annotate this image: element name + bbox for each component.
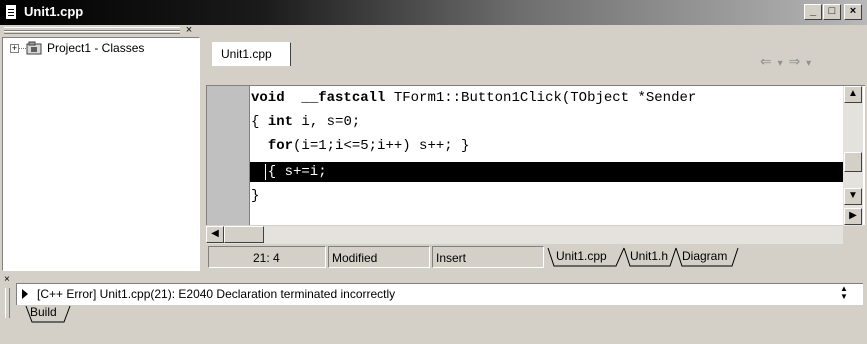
gutter-divider — [249, 86, 250, 225]
code-line-3: for(i=1;i<=5;i++) s++; } — [251, 138, 470, 154]
tree-connector — [19, 48, 26, 49]
scroll-left-icon[interactable]: ◀ — [206, 226, 224, 243]
editor-gutter[interactable] — [207, 86, 249, 225]
file-tab-diagram[interactable]: Diagram — [682, 249, 727, 269]
tab-build[interactable]: Build — [30, 305, 57, 323]
message-view-grip[interactable] — [5, 288, 10, 318]
document-icon — [5, 4, 17, 20]
message-scroll-icon[interactable]: ▲ ▼ — [836, 285, 852, 303]
code-text: i, s=0; — [293, 114, 361, 130]
modified-text: Modified — [332, 251, 378, 265]
file-tab-unit1-cpp[interactable]: Unit1.cpp — [556, 249, 607, 269]
code-keyword: __fastcall — [301, 90, 386, 106]
code-line-1: void __fastcall TForm1::Button1Click(TOb… — [251, 90, 696, 106]
classes-icon — [26, 41, 42, 55]
back-arrow-icon[interactable]: ⇐ — [760, 53, 773, 69]
tab-unit1-cpp[interactable]: Unit1.cpp — [212, 42, 291, 66]
maximize-button[interactable]: □ — [823, 4, 841, 20]
code-text: { — [251, 114, 268, 130]
code-text: TForm1::Button1Click(TObject *Sender — [385, 90, 697, 106]
navigation-arrows: ⇐ ▾ ⇒ ▾ — [760, 53, 812, 70]
editor-status-bar: 21: 4 Modified Insert Unit1.cpp Unit1.h … — [206, 244, 865, 270]
code-line-5: } — [251, 188, 260, 204]
file-tab-unit1-h[interactable]: Unit1.h — [630, 249, 668, 269]
forward-arrow-icon[interactable]: ⇒ — [789, 53, 802, 69]
scroll-down-icon[interactable]: ▼ — [844, 188, 862, 205]
insert-mode-text: Insert — [436, 251, 467, 265]
message-arrow-icon — [22, 289, 28, 299]
tree-expand-icon[interactable]: + — [10, 44, 19, 53]
code-keyword: for — [267, 138, 294, 154]
scroll-right-icon[interactable]: ▶ — [844, 208, 862, 225]
pane-grip[interactable] — [4, 27, 180, 34]
message-list[interactable]: [C++ Error] Unit1.cpp(21): E2040 Declara… — [16, 283, 863, 305]
message-view-close-icon[interactable]: × — [4, 274, 10, 285]
window-title: Unit1.cpp — [24, 4, 84, 19]
vertical-scrollbar[interactable]: ▲ ▼ ▶ — [843, 86, 863, 226]
modified-indicator: Modified — [328, 246, 430, 268]
cursor-position-text: 21: 4 — [253, 251, 280, 265]
code-text: (i=1;i<=5;i++) s++; } — [293, 138, 470, 154]
text-caret — [265, 164, 266, 180]
scroll-up-icon[interactable]: ▲ — [844, 86, 862, 103]
title-bar[interactable]: Unit1.cpp _ □ × — [0, 0, 867, 25]
class-explorer-close-icon[interactable]: × — [182, 25, 196, 36]
tree-item-project1-classes[interactable]: Project1 - Classes — [47, 41, 144, 55]
insert-mode-indicator: Insert — [432, 246, 544, 268]
hscroll-thumb[interactable] — [224, 226, 264, 243]
error-message[interactable]: [C++ Error] Unit1.cpp(21): E2040 Declara… — [37, 287, 395, 301]
tab-label: Unit1.cpp — [221, 47, 272, 61]
class-explorer-tree[interactable]: + Project1 - Classes — [2, 37, 200, 271]
cursor-position: 21: 4 — [208, 246, 326, 268]
code-line-2: { int i, s=0; — [251, 114, 360, 130]
code-editor[interactable]: void __fastcall TForm1::Button1Click(TOb… — [206, 85, 865, 225]
code-keyword: int — [267, 114, 294, 130]
forward-dropdown-icon[interactable]: ▾ — [806, 58, 812, 69]
back-dropdown-icon[interactable]: ▾ — [778, 58, 784, 69]
horizontal-scrollbar[interactable]: ◀ — [206, 226, 843, 244]
close-button[interactable]: × — [844, 4, 862, 20]
scroll-thumb[interactable] — [844, 152, 862, 172]
current-line-highlight — [250, 162, 844, 182]
minimize-button[interactable]: _ — [804, 4, 822, 20]
code-line-4: { s+=i; — [251, 164, 327, 180]
code-keyword: void — [251, 90, 285, 106]
